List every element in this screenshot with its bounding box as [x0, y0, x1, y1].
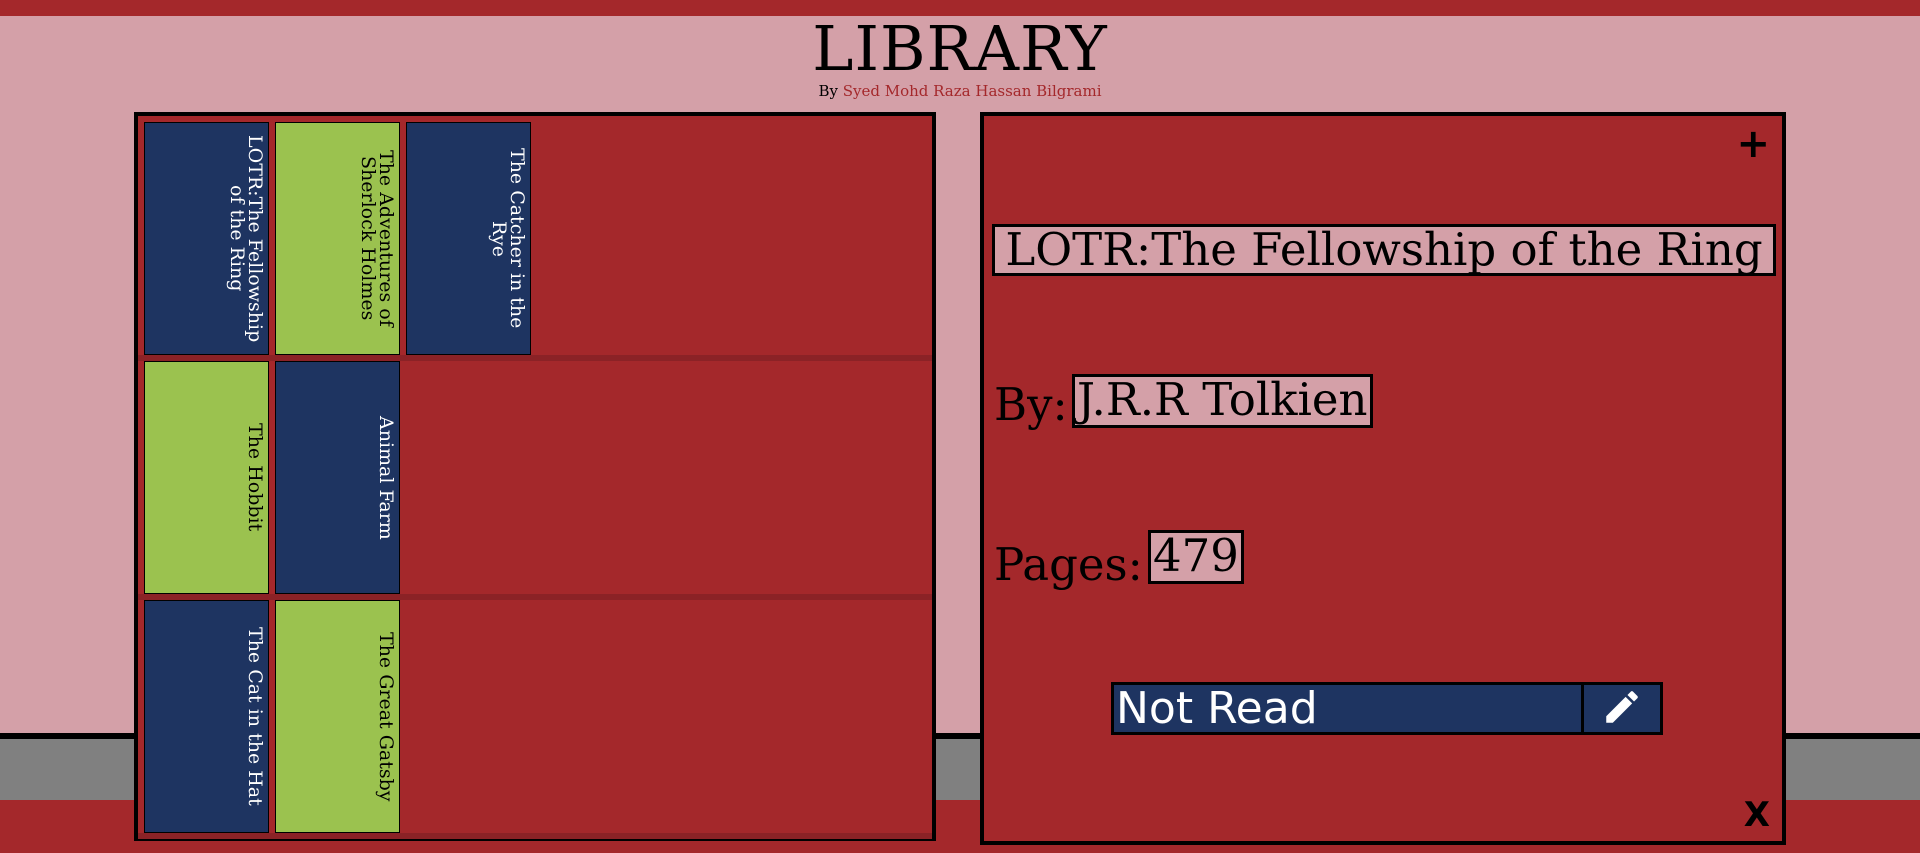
book-title: LOTR:The Fellowship of the Ring [226, 134, 266, 343]
book-spine[interactable]: LOTR:The Fellowship of the Ring [144, 122, 269, 355]
book-title-field[interactable]: LOTR:The Fellowship of the Ring [992, 224, 1776, 276]
byline: By Syed Mohd Raza Hassan Bilgrami [0, 82, 1920, 100]
book-title: The Hobbit [244, 423, 266, 532]
book-spine[interactable]: The Adventures of Sherlock Holmes [275, 122, 400, 355]
shelf-row: LOTR:The Fellowship of the Ring The Adve… [138, 122, 932, 355]
pages-field[interactable]: 479 [1148, 530, 1244, 584]
book-spine[interactable]: The Hobbit [144, 361, 269, 594]
book-title: The Cat in the Hat [244, 627, 266, 806]
author-field[interactable]: J.R.R Tolkien [1072, 374, 1373, 428]
byline-prefix: By [818, 82, 838, 100]
book-spine[interactable]: Animal Farm [275, 361, 400, 594]
author-link[interactable]: Syed Mohd Raza Hassan Bilgrami [843, 82, 1102, 100]
book-spine[interactable]: The Catcher in the Rye [406, 122, 531, 355]
book-title: The Adventures of Sherlock Holmes [357, 150, 397, 327]
book-title: The Great Gatsby [375, 631, 397, 802]
pages-label: Pages: [994, 538, 1143, 591]
author-label: By: [994, 378, 1068, 431]
page-header: LIBRARY By Syed Mohd Raza Hassan Bilgram… [0, 12, 1920, 101]
book-spine[interactable]: The Cat in the Hat [144, 600, 269, 833]
book-title: The Catcher in the Rye [488, 148, 528, 329]
shelf-row: The Cat in the Hat The Great Gatsby [138, 600, 932, 833]
bookshelf: LOTR:The Fellowship of the Ring The Adve… [134, 112, 936, 841]
page-title: LIBRARY [812, 12, 1108, 85]
read-status-toggle[interactable]: Not Read [1111, 682, 1663, 735]
edit-button[interactable] [1584, 685, 1660, 732]
close-button[interactable]: X [1744, 795, 1770, 835]
pencil-icon [1601, 686, 1643, 732]
shelf-row: The Hobbit Animal Farm [138, 361, 932, 594]
read-status-label: Not Read [1114, 685, 1584, 732]
book-spine[interactable]: The Great Gatsby [275, 600, 400, 833]
book-title: Animal Farm [375, 415, 397, 540]
book-detail-panel: + LOTR:The Fellowship of the Ring By: J.… [980, 112, 1786, 845]
shelf-divider [138, 833, 932, 839]
add-book-button[interactable]: + [1736, 120, 1770, 168]
